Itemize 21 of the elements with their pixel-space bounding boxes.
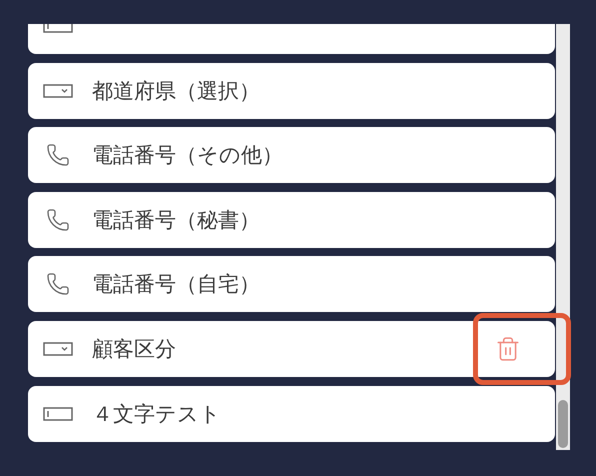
field-row[interactable]: 都道府県（選択）: [28, 62, 555, 119]
field-row[interactable]: ４文字テスト: [28, 386, 555, 442]
field-label: 電話番号（自宅）: [92, 271, 260, 298]
field-label: ４文字テスト: [92, 400, 221, 428]
dropdown-field-icon: [43, 84, 73, 98]
dropdown-field-icon: [43, 342, 73, 356]
field-row[interactable]: 顧客区分: [28, 320, 555, 377]
scrollbar-thumb[interactable]: [558, 400, 568, 448]
delete-icon[interactable]: [495, 336, 521, 362]
field-label: 電話番号（その他）: [92, 142, 283, 170]
text-field-icon: [43, 406, 73, 421]
phone-icon: [46, 208, 70, 232]
field-label: 電話番号（秘書）: [92, 206, 260, 234]
field-row[interactable]: 電話番号（秘書）: [28, 192, 555, 248]
field-row[interactable]: 電話番号（自宅）: [28, 256, 555, 312]
scrollbar[interactable]: [556, 24, 570, 450]
phone-icon: [46, 272, 70, 296]
phone-icon: [46, 143, 70, 168]
field-label: 顧客区分: [92, 336, 176, 363]
field-row[interactable]: 電話番号（その他）: [28, 127, 555, 184]
field-label: 都道府県（選択）: [92, 78, 260, 105]
